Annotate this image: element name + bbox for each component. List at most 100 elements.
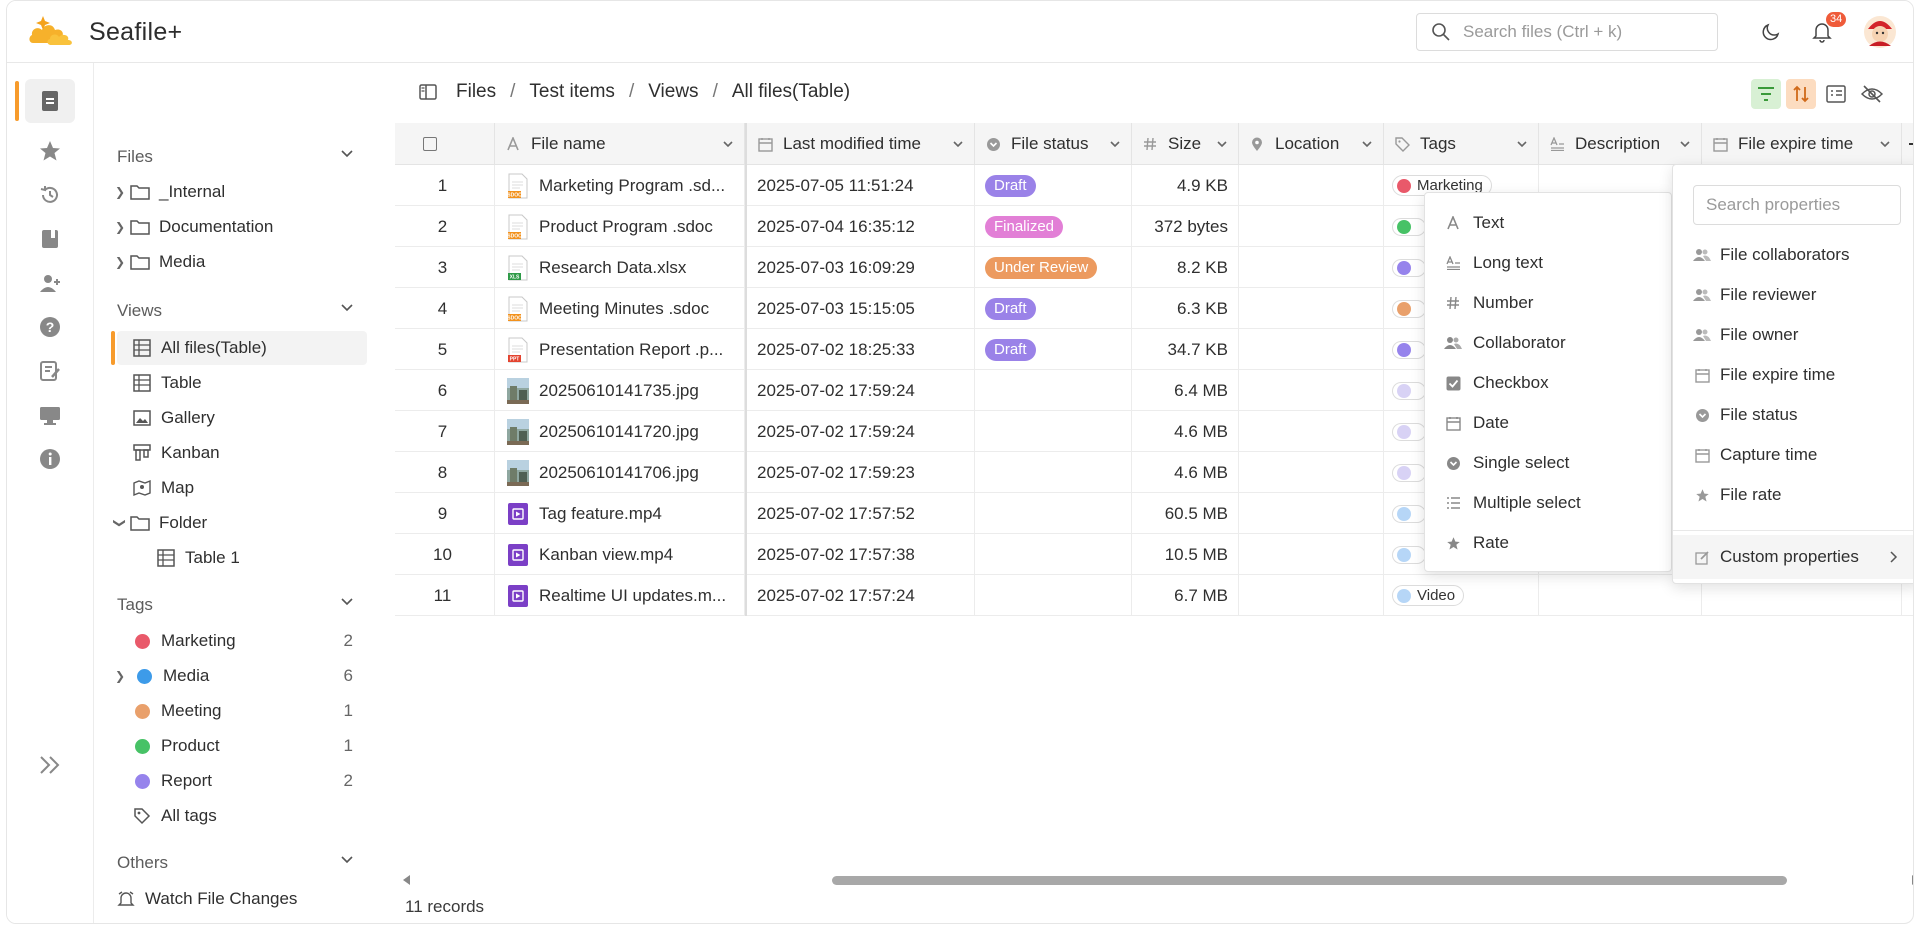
file-name-cell[interactable]: 20250610141706.jpg — [495, 452, 745, 493]
file-status-cell[interactable] — [975, 575, 1132, 616]
sidebar-tag-report[interactable]: Report 2 — [117, 764, 367, 798]
file-status-cell[interactable]: Under Review — [975, 247, 1132, 288]
sidebar-view-table[interactable]: Table — [117, 366, 367, 400]
property-option-status[interactable]: File status — [1673, 395, 1913, 435]
tags-cell[interactable]: Video — [1384, 575, 1539, 616]
column-header-file-expire-time[interactable]: File expire time — [1702, 123, 1902, 165]
property-option-rate[interactable]: File rate — [1673, 475, 1913, 515]
chevron-down-icon[interactable] — [1879, 138, 1891, 150]
type-option-number[interactable]: Number — [1425, 283, 1671, 323]
sidebar-view-kanban[interactable]: Kanban — [117, 436, 367, 470]
custom-properties-submenu[interactable]: Custom properties — [1673, 535, 1913, 579]
chevron-down-icon[interactable] — [952, 138, 964, 150]
chevron-right-icon[interactable]: ❯ — [111, 220, 129, 234]
type-option-collaborator[interactable]: Collaborator — [1425, 323, 1671, 363]
modified-time-cell[interactable]: 2025-07-03 16:09:29 — [745, 247, 975, 288]
property-option-collaborators[interactable]: File collaborators — [1673, 235, 1913, 275]
type-option-date[interactable]: Date — [1425, 403, 1671, 443]
file-size-cell[interactable]: 4.6 MB — [1132, 411, 1239, 452]
sidebar-toggle-icon[interactable] — [418, 82, 438, 102]
modified-time-cell[interactable]: 2025-07-02 17:57:52 — [745, 493, 975, 534]
row-number[interactable]: 8 — [395, 452, 495, 493]
select-all-checkbox[interactable] — [423, 137, 437, 151]
modified-time-cell[interactable]: 2025-07-05 11:51:24 — [745, 165, 975, 206]
column-header-tags[interactable]: Tags — [1384, 123, 1539, 165]
rail-files[interactable] — [25, 79, 75, 123]
rail-history[interactable] — [25, 173, 75, 217]
location-cell[interactable] — [1239, 165, 1384, 206]
sidebar-view-folder[interactable]: ❯ Folder — [105, 506, 367, 540]
file-name[interactable]: Kanban view.mp4 — [539, 545, 673, 565]
file-status-cell[interactable]: Draft — [975, 329, 1132, 370]
file-status-cell[interactable] — [975, 370, 1132, 411]
rail-about[interactable] — [25, 437, 75, 481]
file-size-cell[interactable]: 10.5 MB — [1132, 534, 1239, 575]
chevron-down-icon[interactable] — [340, 595, 354, 609]
search-input[interactable] — [1463, 22, 1703, 42]
modified-time-cell[interactable]: 2025-07-02 17:59:23 — [745, 452, 975, 493]
file-status-cell[interactable] — [975, 411, 1132, 452]
location-cell[interactable] — [1239, 534, 1384, 575]
modified-time-cell[interactable]: 2025-07-02 17:57:24 — [745, 575, 975, 616]
file-size-cell[interactable]: 6.3 KB — [1132, 288, 1239, 329]
file-name-cell[interactable]: 20250610141720.jpg — [495, 411, 745, 452]
file-name-cell[interactable]: XLS Research Data.xlsx — [495, 247, 745, 288]
file-status-cell[interactable] — [975, 452, 1132, 493]
modified-time-cell[interactable]: 2025-07-03 15:15:05 — [745, 288, 975, 329]
location-cell[interactable] — [1239, 575, 1384, 616]
app-logo[interactable]: Seafile+ — [27, 13, 182, 51]
chevron-down-icon[interactable] — [340, 147, 354, 161]
column-header-last-modified[interactable]: Last modified time — [745, 123, 975, 165]
location-cell[interactable] — [1239, 370, 1384, 411]
row-number[interactable]: 11 — [395, 575, 495, 616]
location-cell[interactable] — [1239, 288, 1384, 329]
file-name[interactable]: Tag feature.mp4 — [539, 504, 662, 524]
property-option-capture-time[interactable]: Capture time — [1673, 435, 1913, 475]
type-option-long-text[interactable]: Long text — [1425, 243, 1671, 283]
file-name-cell[interactable]: SDOC Meeting Minutes .sdoc — [495, 288, 745, 329]
sidebar-view-gallery[interactable]: Gallery — [117, 401, 367, 435]
type-option-multiple-select[interactable]: Multiple select — [1425, 483, 1671, 523]
sidebar-all-tags[interactable]: All tags — [117, 799, 367, 833]
file-size-cell[interactable]: 6.7 MB — [1132, 575, 1239, 616]
sidebar-tag-product[interactable]: Product 1 — [117, 729, 367, 763]
row-number[interactable]: 7 — [395, 411, 495, 452]
sidebar-tag-meeting[interactable]: Meeting 1 — [117, 694, 367, 728]
file-name[interactable]: Product Program .sdoc — [539, 217, 713, 237]
row-number[interactable]: 5 — [395, 329, 495, 370]
rail-help[interactable]: ? — [25, 305, 75, 349]
group-button[interactable] — [1821, 79, 1851, 109]
file-name-cell[interactable]: SDOC Product Program .sdoc — [495, 206, 745, 247]
type-option-checkbox[interactable]: Checkbox — [1425, 363, 1671, 403]
sidebar-tag-marketing[interactable]: Marketing 2 — [117, 624, 367, 658]
user-avatar[interactable] — [1863, 15, 1897, 49]
file-size-cell[interactable]: 4.9 KB — [1132, 165, 1239, 206]
file-name[interactable]: Research Data.xlsx — [539, 258, 686, 278]
file-size-cell[interactable]: 6.4 MB — [1132, 370, 1239, 411]
file-name[interactable]: Marketing Program .sd... — [539, 176, 725, 196]
chevron-down-icon[interactable] — [1679, 138, 1691, 150]
file-size-cell[interactable]: 8.2 KB — [1132, 247, 1239, 288]
breadcrumb-item[interactable]: Views — [648, 81, 698, 103]
file-name-cell[interactable]: Realtime UI updates.m... — [495, 575, 745, 616]
dark-mode-toggle[interactable] — [1758, 19, 1784, 45]
chevron-down-icon[interactable] — [1109, 138, 1121, 150]
sidebar-view-map[interactable]: Map — [117, 471, 367, 505]
file-name[interactable]: Meeting Minutes .sdoc — [539, 299, 709, 319]
column-header-location[interactable]: Location — [1239, 123, 1384, 165]
file-name[interactable]: 20250610141735.jpg — [539, 381, 699, 401]
file-name[interactable]: 20250610141720.jpg — [539, 422, 699, 442]
column-header-description[interactable]: Description — [1539, 123, 1702, 165]
chevron-down-icon[interactable] — [340, 853, 354, 867]
file-name-cell[interactable]: SDOC Marketing Program .sd... — [495, 165, 745, 206]
chevron-down-icon[interactable] — [722, 138, 734, 150]
row-number[interactable]: 1 — [395, 165, 495, 206]
column-header-file-name[interactable]: File name — [495, 123, 745, 165]
sidebar-folder-media[interactable]: ❯ Media — [105, 245, 367, 279]
sort-button[interactable] — [1786, 79, 1816, 109]
modified-time-cell[interactable]: 2025-07-02 17:59:24 — [745, 411, 975, 452]
file-status-cell[interactable]: Draft — [975, 165, 1132, 206]
type-option-text[interactable]: Text — [1425, 203, 1671, 243]
file-status-cell[interactable] — [975, 534, 1132, 575]
file-size-cell[interactable]: 4.6 MB — [1132, 452, 1239, 493]
